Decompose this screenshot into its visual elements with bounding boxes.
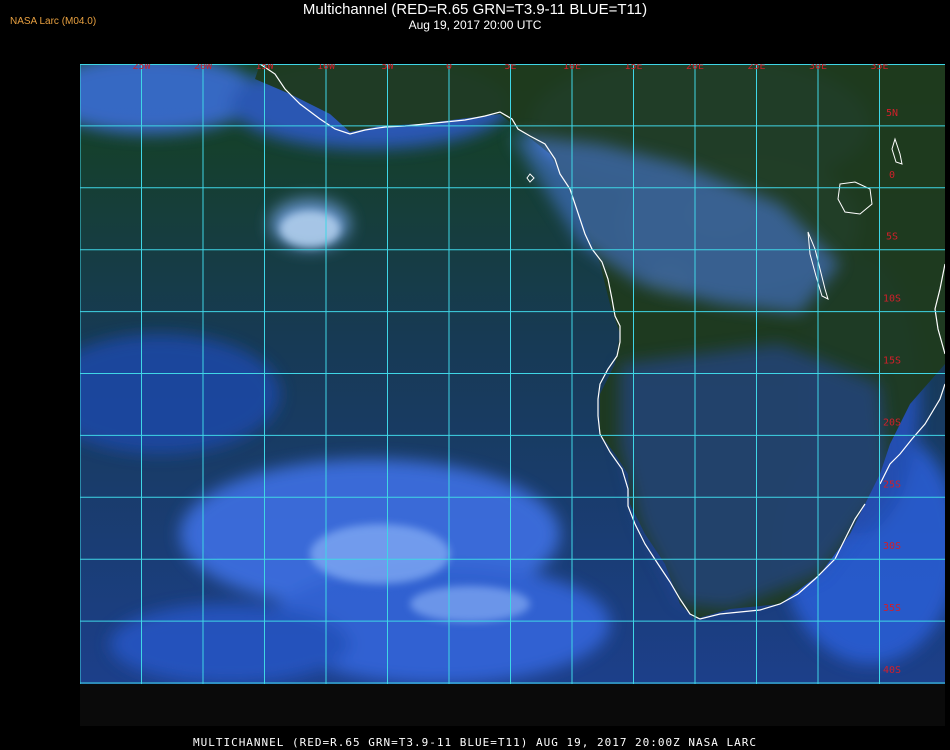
longitude-label: 15W — [255, 64, 274, 72]
latitude-label: 35S — [883, 603, 901, 614]
latitude-label: 25S — [883, 479, 901, 490]
latitude-label: 5N — [886, 108, 898, 119]
latitude-label: 40S — [883, 665, 901, 676]
latitude-label: 15S — [883, 356, 901, 367]
latitude-label: 30S — [883, 541, 901, 552]
longitude-label: 20E — [686, 64, 704, 72]
longitude-label: 30E — [809, 64, 827, 72]
longitude-label: 10E — [563, 64, 581, 72]
longitude-label: 10W — [317, 64, 336, 72]
longitude-label: 25W — [132, 64, 151, 72]
longitude-label: 20W — [194, 64, 213, 72]
latitude-label: 0 — [889, 170, 895, 181]
latitude-label: 5S — [886, 232, 898, 243]
longitude-label: 15E — [624, 64, 642, 72]
satellite-image-frame: 25W 20W 15W 10W 5W 0 5E 10E 15E 20E 25E 30E 35E 5N 0 5… — [80, 64, 945, 726]
satellite-map: 25W 20W 15W 10W 5W 0 5E 10E 15E 20E 25E 30E 35E 5N 0 5… — [80, 64, 945, 684]
longitude-label: 5E — [504, 64, 516, 72]
longitude-label: 35E — [870, 64, 888, 72]
image-timestamp: Aug 19, 2017 20:00 UTC — [408, 18, 542, 32]
latitude-label: 10S — [883, 294, 901, 305]
footer-caption: MULTICHANNEL (RED=R.65 GRN=T3.9-11 BLUE=… — [192, 736, 758, 749]
longitude-label: 5W — [381, 64, 394, 72]
image-title: Multichannel (RED=R.65 GRN=T3.9-11 BLUE=… — [302, 1, 648, 18]
latitude-label: 20S — [883, 417, 901, 428]
longitude-label: 25E — [747, 64, 765, 72]
longitude-label: 0 — [446, 64, 452, 72]
